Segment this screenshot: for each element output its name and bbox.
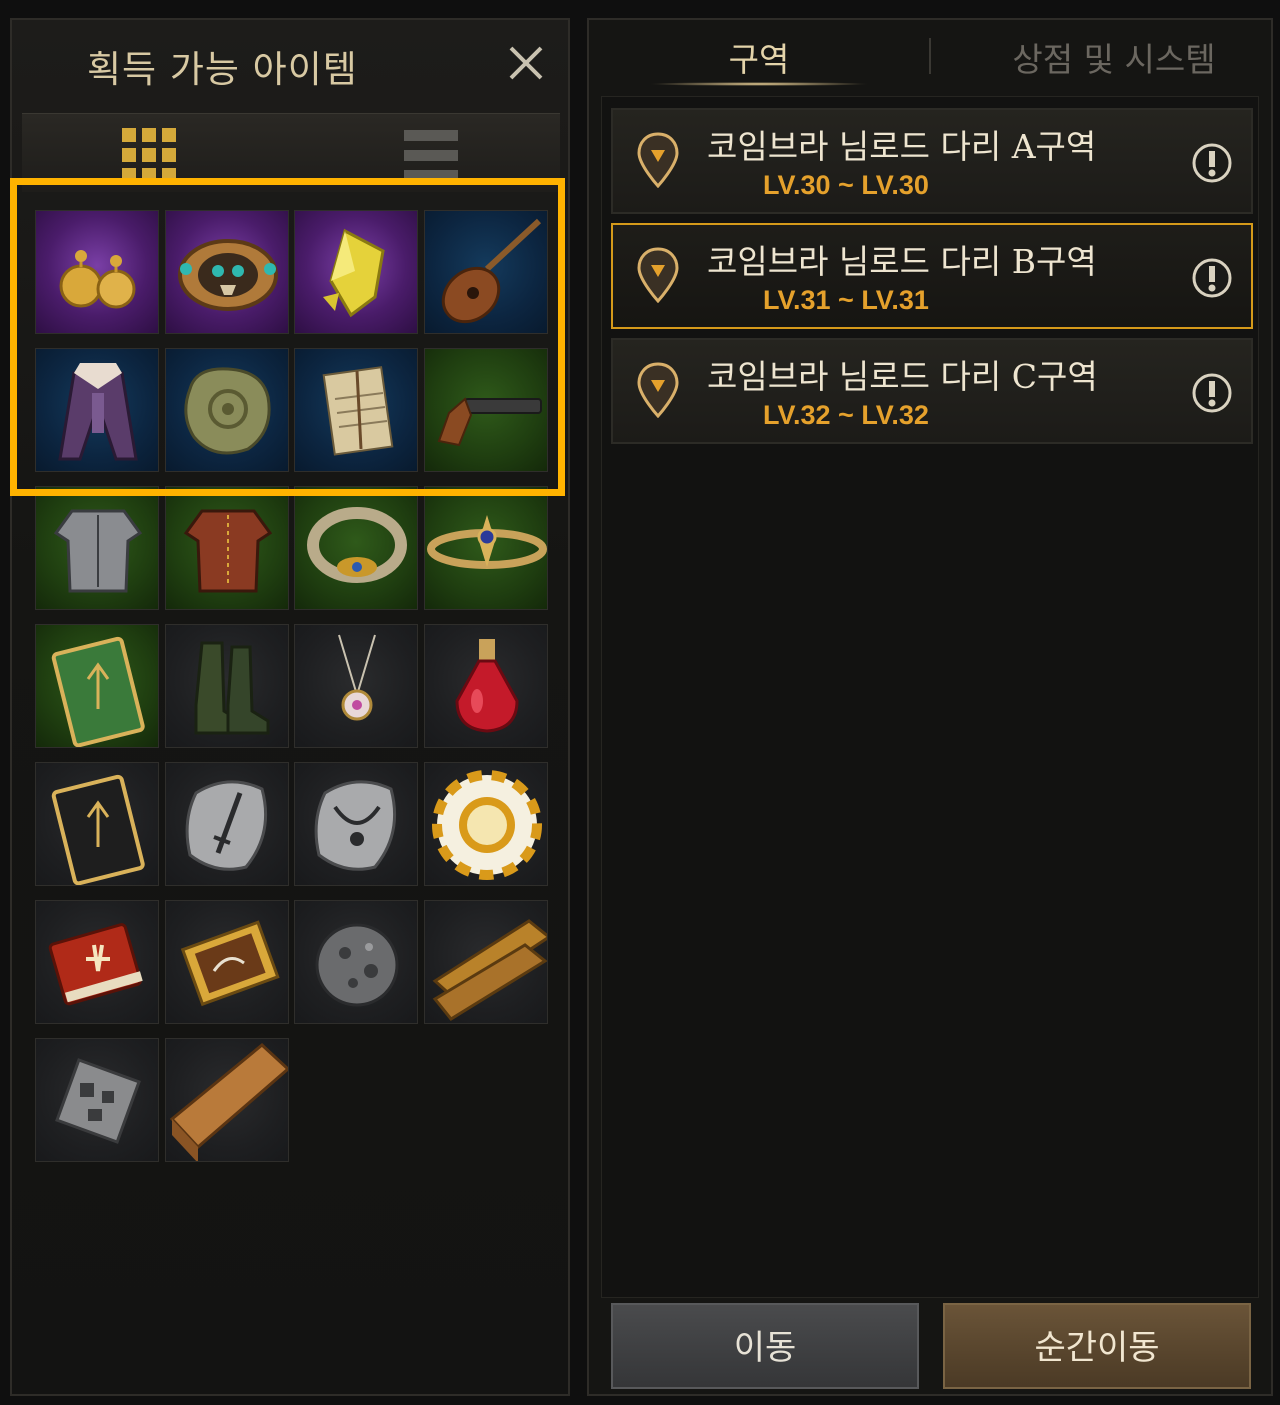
active-tab-indicator bbox=[649, 82, 869, 86]
bracelet-icon bbox=[307, 507, 407, 583]
zone-name: 코임브라 님로드 다리 B구역 bbox=[707, 242, 1097, 281]
item-slot[interactable] bbox=[164, 762, 289, 886]
item-slot[interactable] bbox=[294, 624, 418, 748]
boots-icon bbox=[194, 641, 269, 735]
item-slot[interactable] bbox=[423, 210, 548, 334]
tab-zone[interactable]: 구역 bbox=[669, 32, 849, 88]
close-icon bbox=[509, 46, 543, 80]
item-slot[interactable] bbox=[35, 624, 159, 748]
zone-name: 코임브라 님로드 다리 A구역 bbox=[707, 127, 1097, 166]
info-icon[interactable] bbox=[1191, 257, 1233, 299]
close-button[interactable] bbox=[505, 42, 547, 84]
sword-stone-icon bbox=[185, 780, 267, 871]
necklace-stone-icon bbox=[314, 780, 397, 871]
item-slot[interactable] bbox=[423, 348, 548, 472]
red-book-icon bbox=[48, 923, 143, 1006]
yellow-crystal-icon bbox=[323, 228, 385, 318]
item-slot[interactable] bbox=[35, 900, 159, 1024]
earrings-icon bbox=[59, 250, 136, 309]
info-icon[interactable] bbox=[1191, 142, 1233, 184]
item-slot[interactable] bbox=[423, 900, 548, 1024]
zone-level: LV.31 ~ LV.31 bbox=[763, 285, 929, 315]
item-slot[interactable] bbox=[294, 486, 418, 610]
map-pin-icon bbox=[637, 247, 679, 303]
move-button[interactable]: 이동 bbox=[611, 1303, 919, 1389]
teleport-button[interactable]: 순간이동 bbox=[943, 1303, 1251, 1389]
zone-level: LV.30 ~ LV.30 bbox=[763, 170, 929, 200]
tab-shop-system[interactable]: 상점 및 시스템 bbox=[969, 32, 1259, 88]
zone-row[interactable]: 코임브라 님로드 다리 A구역 LV.30 ~ LV.30 bbox=[611, 108, 1253, 214]
ore-icon bbox=[315, 923, 399, 1007]
item-slot[interactable] bbox=[423, 486, 548, 610]
item-slot[interactable] bbox=[164, 486, 289, 610]
item-slot[interactable] bbox=[164, 624, 289, 748]
red-potion-icon bbox=[454, 639, 519, 733]
zone-name: 코임브라 님로드 다리 C구역 bbox=[707, 357, 1098, 396]
item-slot[interactable] bbox=[423, 762, 548, 886]
coat-icon bbox=[58, 363, 138, 461]
zone-panel: 구역 상점 및 시스템 코임브라 님로드 다리 A구역 LV.30 ~ LV.30… bbox=[587, 18, 1273, 1396]
item-slot[interactable] bbox=[164, 900, 289, 1024]
zone-row[interactable]: 코임브라 님로드 다리 B구역 LV.31 ~ LV.31 bbox=[611, 223, 1253, 329]
necklace-icon bbox=[338, 634, 376, 721]
circlet-icon bbox=[426, 515, 547, 569]
info-icon[interactable] bbox=[1191, 372, 1233, 414]
tab-divider bbox=[929, 38, 931, 74]
planks-icon bbox=[432, 919, 547, 1021]
lute-icon bbox=[441, 218, 541, 324]
ancient-relic-icon bbox=[183, 367, 270, 455]
green-card-icon bbox=[51, 636, 145, 747]
leather-armor-icon bbox=[183, 509, 272, 593]
scrap-metal-icon bbox=[55, 1058, 141, 1144]
skull-ring-icon bbox=[177, 239, 278, 311]
item-slot[interactable] bbox=[35, 348, 159, 472]
item-slot[interactable] bbox=[294, 762, 418, 886]
item-slot[interactable] bbox=[164, 210, 289, 334]
item-slot[interactable] bbox=[35, 1038, 159, 1162]
item-slot[interactable] bbox=[164, 348, 289, 472]
view-toggle-bar bbox=[22, 113, 560, 192]
item-slot[interactable] bbox=[164, 1038, 289, 1162]
gold-chip-icon bbox=[431, 770, 542, 880]
map-pin-icon bbox=[637, 362, 679, 418]
black-card-icon bbox=[51, 774, 145, 885]
item-slot[interactable] bbox=[423, 624, 548, 748]
plate-armor-icon bbox=[53, 509, 143, 593]
grid-view-button[interactable] bbox=[122, 128, 178, 184]
tab-bar: 구역 상점 및 시스템 bbox=[589, 20, 1271, 100]
item-slot[interactable] bbox=[294, 210, 418, 334]
list-view-button[interactable] bbox=[404, 130, 460, 182]
timber-icon bbox=[169, 1043, 288, 1161]
item-slot[interactable] bbox=[35, 210, 159, 334]
zone-level: LV.32 ~ LV.32 bbox=[763, 400, 929, 430]
item-slot[interactable] bbox=[35, 762, 159, 886]
zone-row[interactable]: 코임브라 님로드 다리 C구역 LV.32 ~ LV.32 bbox=[611, 338, 1253, 444]
panel-title: 획득 가능 아이템 bbox=[87, 48, 358, 91]
item-slot[interactable] bbox=[294, 900, 418, 1024]
item-slot[interactable] bbox=[35, 486, 159, 610]
item-slot[interactable] bbox=[294, 348, 418, 472]
pistol-icon bbox=[437, 397, 542, 447]
map-pin-icon bbox=[637, 132, 679, 188]
ticket-icon bbox=[180, 920, 280, 1007]
letters-icon bbox=[322, 366, 394, 456]
available-items-panel: 획득 가능 아이템 bbox=[10, 18, 570, 1396]
